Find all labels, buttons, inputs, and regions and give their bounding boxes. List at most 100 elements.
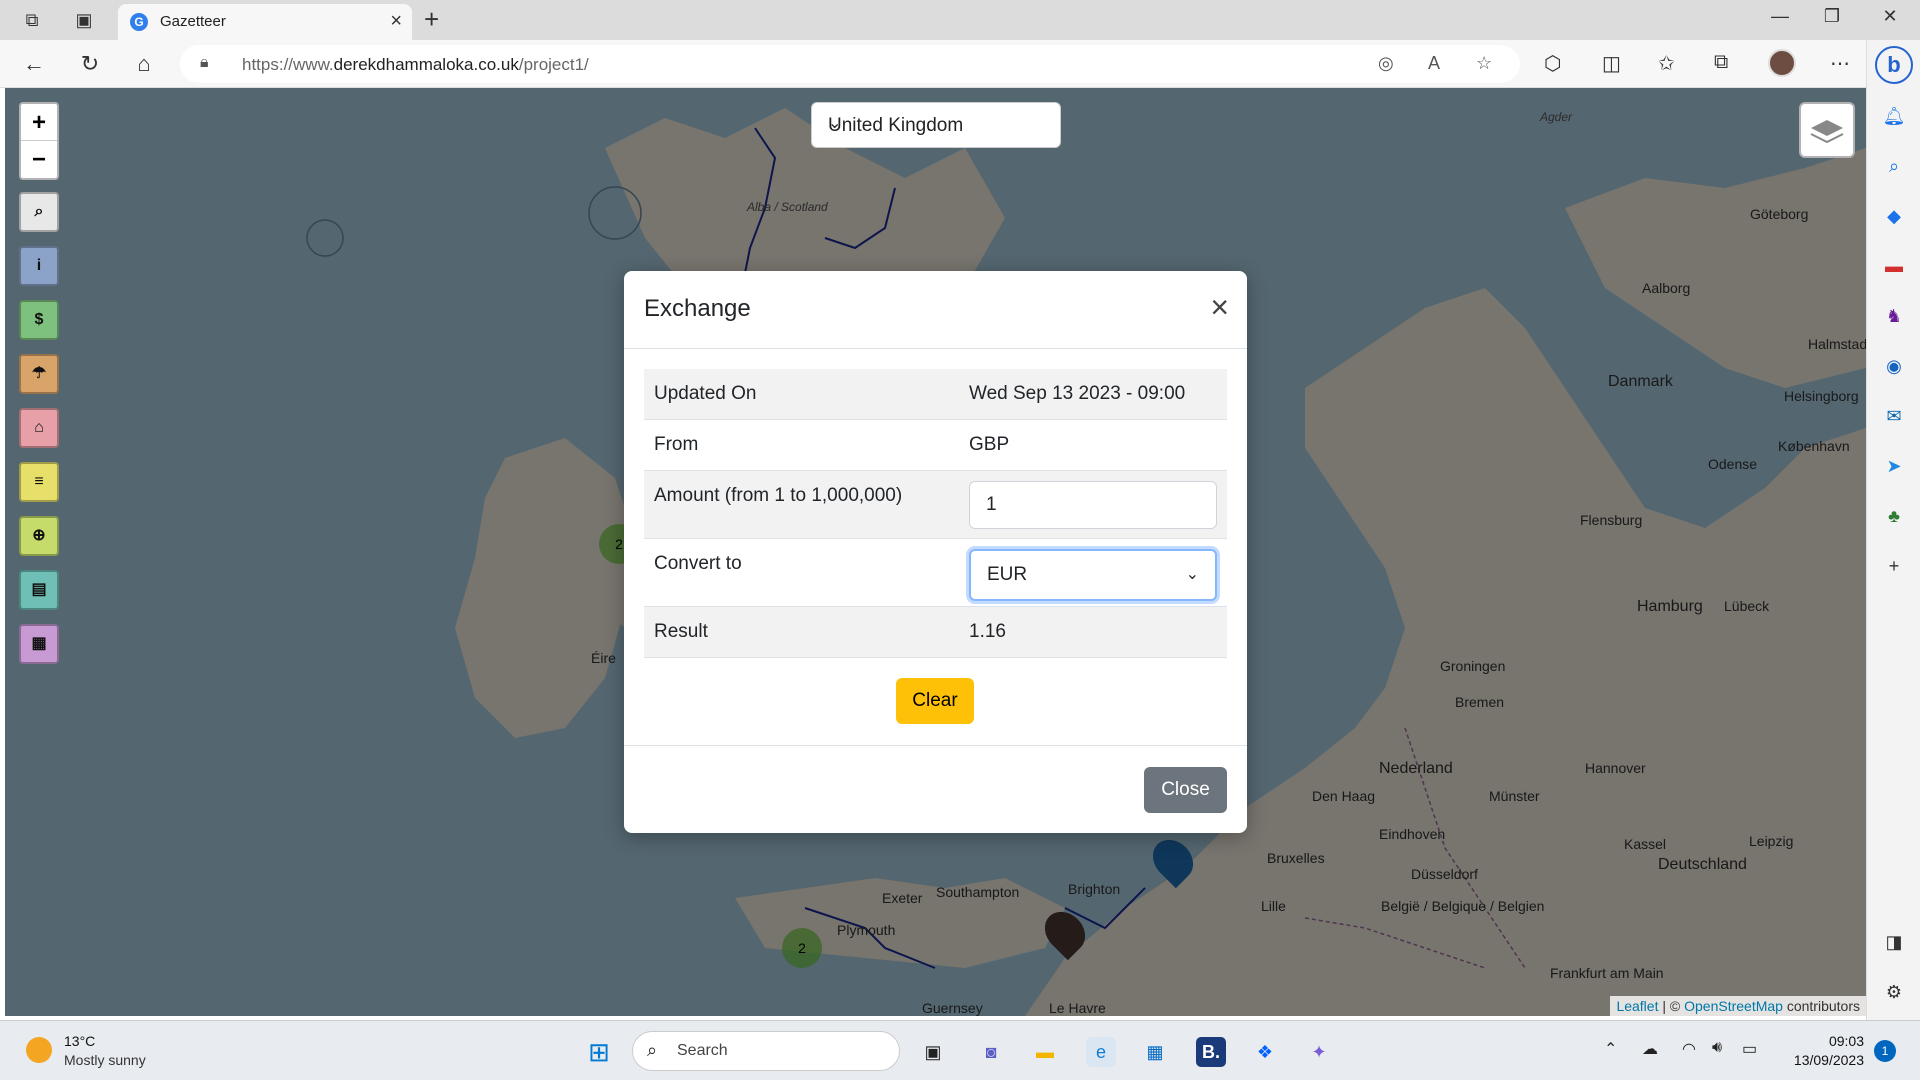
search-icon[interactable]: ⌕ (1882, 154, 1906, 178)
info-button[interactable]: i (19, 246, 59, 286)
clock-date[interactable]: 13/09/2023 (1784, 1052, 1864, 1068)
weather-sun-icon[interactable] (26, 1037, 52, 1063)
home-icon[interactable]: ⌂ (130, 50, 158, 78)
more-icon[interactable]: ⋯ (1830, 51, 1850, 76)
task-view-icon[interactable]: ▣ (918, 1037, 948, 1067)
url-text: https://www.derekdhammaloka.co.uk/projec… (242, 55, 589, 74)
favorites-icon[interactable]: ✩ (1658, 51, 1675, 76)
osm-link[interactable]: OpenStreetMap (1684, 998, 1783, 1014)
newspaper-icon: ▦ (31, 635, 47, 652)
workspaces-icon[interactable]: ⧉ (20, 8, 44, 32)
contacts-button[interactable]: ▤ (19, 570, 59, 610)
tab-title: Gazetteer (160, 13, 226, 30)
amount-input[interactable]: 1 (969, 481, 1217, 529)
zoom-in-button[interactable]: + (21, 104, 57, 141)
send-icon[interactable]: ➤ (1882, 454, 1906, 478)
battery-icon[interactable]: ▭ (1742, 1039, 1757, 1059)
minimize-icon[interactable]: — (1760, 6, 1800, 27)
windows-start-icon[interactable]: ⊞ (584, 1037, 614, 1067)
clear-button[interactable]: Clear (896, 678, 974, 724)
currency-button[interactable]: $ (19, 300, 59, 340)
updated-label: Updated On (654, 383, 757, 404)
add-icon[interactable]: + (1882, 554, 1906, 578)
weather-desc[interactable]: Mostly sunny (64, 1052, 146, 1068)
bell-icon[interactable]: 🔔︎ (1882, 104, 1906, 128)
database-button[interactable]: ≡ (19, 462, 59, 502)
back-icon[interactable]: ← (20, 50, 48, 78)
settings-icon[interactable]: ⚙ (1882, 980, 1906, 1004)
close-icon[interactable]: × (1210, 291, 1229, 323)
result-label: Result (654, 621, 708, 642)
sidebar-toggle-icon[interactable]: ◨ (1882, 930, 1906, 954)
tree-icon[interactable]: ♣ (1882, 504, 1906, 528)
dropbox-icon[interactable]: ❖ (1250, 1037, 1280, 1067)
table-row: Updated On Wed Sep 13 2023 - 09:00 (644, 369, 1227, 420)
currency-select[interactable]: EUR ⌄ (969, 549, 1217, 601)
url-input[interactable]: 🔒︎ https://www.derekdhammaloka.co.uk/pro… (180, 45, 1520, 83)
wifi-icon[interactable]: ◠ (1682, 1039, 1696, 1059)
result-value: 1.16 (969, 621, 1006, 642)
map-attribution: Leaflet | © OpenStreetMap contributors (1610, 996, 1866, 1016)
weather-button[interactable]: ☂ (19, 354, 59, 394)
copilot-taskbar-icon[interactable]: ✦ (1304, 1037, 1334, 1067)
extensions-icon[interactable]: ⬡ (1544, 51, 1561, 76)
table-row: Convert to EUR ⌄ (644, 539, 1227, 607)
clock-time[interactable]: 09:03 (1814, 1033, 1864, 1049)
location-button[interactable]: ⊕ (19, 516, 59, 556)
search-button[interactable]: ⌕ (19, 192, 59, 232)
office-icon[interactable]: ◉ (1882, 354, 1906, 378)
favorite-icon[interactable]: ☆ (1476, 53, 1492, 74)
table-row: Amount (from 1 to 1,000,000) 1 (644, 471, 1227, 539)
attribution-separator: | © (1658, 998, 1685, 1014)
news-button[interactable]: ▦ (19, 624, 59, 664)
zoom-out-button[interactable]: − (21, 141, 57, 178)
location-icon[interactable]: ◎ (1378, 53, 1394, 74)
file-explorer-icon[interactable]: ▬ (1030, 1037, 1060, 1067)
outlook-icon[interactable]: ✉ (1882, 404, 1906, 428)
layers-control[interactable] (1799, 102, 1855, 158)
edge-sidebar: b 🔔︎ ⌕ ◆ ▬ ♞ ◉ ✉ ➤ ♣ + ◨ ⚙ (1866, 40, 1920, 1020)
new-tab-icon[interactable]: + (424, 4, 439, 35)
profile-avatar[interactable] (1768, 49, 1796, 77)
tab-bar: ⧉ ▣ G Gazetteer × + — ❐ ✕ (0, 0, 1920, 40)
chevron-up-icon[interactable]: ⌃ (1604, 1039, 1617, 1059)
country-select[interactable]: United Kingdom ⌄ (811, 102, 1061, 148)
booking-icon[interactable]: B. (1196, 1037, 1226, 1067)
close-button[interactable]: Close (1144, 767, 1227, 813)
bank-button[interactable]: ⌂ (19, 408, 59, 448)
volume-icon[interactable]: 🔊︎ (1712, 1039, 1722, 1057)
collections-icon[interactable]: ⧉ (1714, 51, 1728, 74)
search-icon: ⌕ (34, 203, 44, 220)
from-value: GBP (969, 434, 1010, 455)
from-label: From (654, 434, 699, 455)
read-aloud-icon[interactable]: A (1428, 53, 1440, 74)
edge-icon[interactable]: e (1086, 1037, 1116, 1067)
restore-icon[interactable]: ❐ (1812, 6, 1852, 27)
tag-icon[interactable]: ◆ (1882, 204, 1906, 228)
refresh-icon[interactable]: ↻ (76, 50, 104, 78)
lock-icon[interactable]: 🔒︎ (200, 54, 209, 72)
attribution-tail: contributors (1782, 998, 1860, 1014)
zoom-control: + − (19, 102, 59, 180)
leaflet-link[interactable]: Leaflet (1616, 998, 1658, 1014)
window-close-icon[interactable]: ✕ (1870, 6, 1910, 27)
weather-temp[interactable]: 13°C (64, 1033, 95, 1049)
bank-icon: ⌂ (34, 419, 44, 436)
notification-badge[interactable]: 1 (1874, 1040, 1896, 1062)
crosshair-icon: ⊕ (32, 527, 46, 544)
toolbox-icon[interactable]: ▬ (1882, 254, 1906, 278)
table-row: Result 1.16 (644, 607, 1227, 658)
teams-icon[interactable]: ◙ (976, 1037, 1006, 1067)
games-icon[interactable]: ♞ (1882, 304, 1906, 328)
copilot-icon[interactable]: b (1875, 46, 1913, 84)
id-card-icon: ▤ (31, 581, 47, 598)
taskbar-search[interactable]: ⌕ Search (632, 1031, 900, 1071)
tab-close-icon[interactable]: × (390, 10, 402, 33)
split-screen-icon[interactable]: ◫ (1602, 51, 1621, 76)
onedrive-icon[interactable]: ☁ (1642, 1039, 1658, 1059)
store-icon[interactable]: ▦ (1140, 1037, 1170, 1067)
tab-actions-icon[interactable]: ▣ (72, 8, 96, 32)
updated-value: Wed Sep 13 2023 - 09:00 (969, 383, 1186, 404)
chevron-down-icon: ⌄ (828, 115, 842, 132)
tab-gazetteer[interactable]: G Gazetteer × (118, 4, 412, 40)
